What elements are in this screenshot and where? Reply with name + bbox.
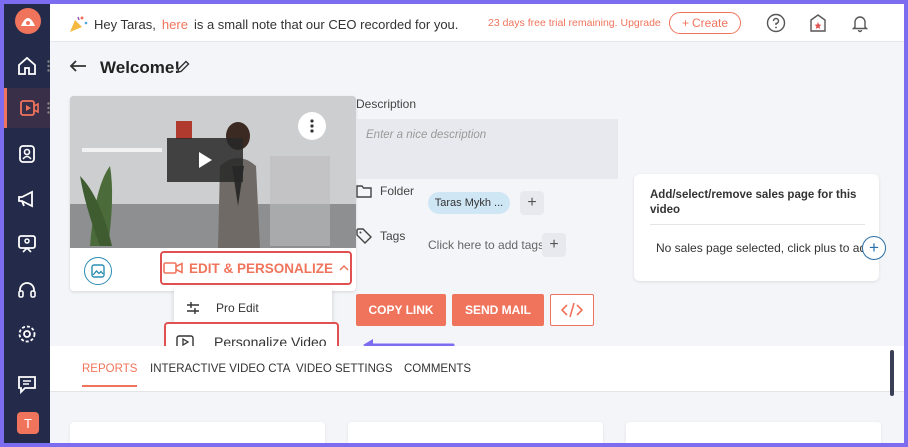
add-tag-button[interactable]: + <box>542 233 566 257</box>
help-button[interactable] <box>765 12 787 34</box>
sidebar-item-support[interactable] <box>4 270 50 310</box>
store-button[interactable] <box>807 12 829 34</box>
sliders-icon <box>187 302 199 314</box>
question-icon <box>766 13 786 33</box>
sidebar-item-videos[interactable] <box>4 88 50 128</box>
note-prefix: Hey Taras, <box>94 16 156 32</box>
folder-row: Folder <box>356 184 414 198</box>
sidebar-item-chat[interactable] <box>4 364 50 404</box>
video-thumbnail[interactable] <box>70 96 356 248</box>
embed-code-button[interactable] <box>550 294 594 326</box>
more-dots-icon <box>47 60 50 72</box>
report-card <box>348 422 603 443</box>
edit-personalize-label: EDIT & PERSONALIZE <box>188 260 333 276</box>
back-button[interactable] <box>68 58 88 79</box>
edit-personalize-button[interactable]: EDIT & PERSONALIZE <box>160 251 352 285</box>
notifications-button[interactable] <box>849 12 871 34</box>
sidebar-item-contacts[interactable] <box>4 134 50 174</box>
pencil-icon <box>177 60 190 73</box>
video-icon <box>19 100 39 116</box>
sidebar-item-presentations[interactable] <box>4 224 50 264</box>
sales-page-empty-text: No sales page selected, click plus to ad… <box>656 241 873 255</box>
play-button[interactable] <box>167 138 243 182</box>
tags-row: Tags <box>356 228 405 244</box>
tab-comments[interactable]: COMMENTS <box>404 363 471 375</box>
store-icon <box>810 14 826 32</box>
add-sales-page-button[interactable]: + <box>862 236 886 260</box>
avatar[interactable]: T <box>17 412 39 434</box>
home-icon <box>18 56 36 75</box>
gear-icon <box>18 325 36 343</box>
report-card <box>626 422 881 443</box>
presentation-icon <box>18 235 36 253</box>
description-placeholder: Enter a nice description <box>366 129 487 141</box>
tags-label: Tags <box>380 229 406 243</box>
contact-icon <box>19 145 35 163</box>
folder-label: Folder <box>380 184 415 198</box>
change-thumbnail-button[interactable] <box>84 257 112 285</box>
menu-item-pro-edit[interactable]: Pro Edit <box>186 301 259 315</box>
party-popper-icon <box>70 16 88 32</box>
edit-title-button[interactable] <box>175 59 191 80</box>
kebab-menu-icon <box>310 119 314 133</box>
tab-interactive-video-cta[interactable]: INTERACTIVE VIDEO CTA <box>150 363 290 375</box>
sales-page-card: Add/select/remove sales page for this vi… <box>634 174 879 281</box>
megaphone-icon <box>18 190 33 208</box>
plus-icon: + <box>681 16 689 30</box>
video-card: EDIT & PERSONALIZE <box>70 96 356 291</box>
sidebar-item-campaigns[interactable] <box>4 179 50 219</box>
plus-icon: + <box>549 236 559 253</box>
create-label: Create <box>691 16 729 30</box>
tag-icon <box>356 228 372 244</box>
code-icon <box>560 302 584 318</box>
play-icon <box>199 152 212 168</box>
video-options-button[interactable] <box>298 112 326 140</box>
image-icon <box>91 264 105 278</box>
chat-icon <box>18 376 36 395</box>
trial-upgrade-link[interactable]: 23 days free trial remaining. Upgrade <box>488 17 661 29</box>
sidebar: T <box>4 4 50 443</box>
create-button[interactable]: + Create <box>669 12 741 34</box>
app-window: T Hey Taras, here is a small note that o… <box>4 4 904 443</box>
report-card <box>70 422 325 443</box>
bell-icon <box>851 16 869 33</box>
scrollbar[interactable] <box>890 350 894 396</box>
sidebar-item-home[interactable] <box>4 46 50 86</box>
description-input[interactable]: Enter a nice description <box>356 119 618 179</box>
tabs-bar: REPORTS INTERACTIVE VIDEO CTA VIDEO SETT… <box>50 346 904 392</box>
topbar: Hey Taras, here is a small note that our… <box>50 4 904 42</box>
chevron-up-icon <box>339 264 349 271</box>
tags-input[interactable]: Click here to add tags <box>428 238 544 252</box>
sales-page-title: Add/select/remove sales page for this vi… <box>650 188 865 225</box>
tab-reports[interactable]: REPORTS <box>82 363 138 387</box>
page-title: Welcome! <box>100 58 180 77</box>
plus-icon: + <box>527 194 537 211</box>
add-folder-button[interactable]: + <box>520 191 544 215</box>
folder-chip[interactable]: Taras Mykh ... <box>428 192 510 214</box>
ceo-note: Hey Taras, here is a small note that our… <box>68 15 458 33</box>
arrow-left-icon <box>69 60 86 72</box>
more-dots-icon <box>47 102 50 114</box>
tab-video-settings[interactable]: VIDEO SETTINGS <box>296 363 393 375</box>
description-label: Description <box>356 97 417 111</box>
sidebar-item-settings[interactable] <box>4 314 50 354</box>
headset-icon <box>18 282 36 298</box>
folder-icon <box>356 185 372 198</box>
pro-edit-label: Pro Edit <box>216 301 259 315</box>
send-mail-button[interactable]: SEND MAIL <box>452 294 544 326</box>
camera-icon <box>163 262 183 274</box>
logo-icon <box>21 18 35 26</box>
note-link[interactable]: here <box>162 17 188 32</box>
plus-icon: + <box>869 238 879 257</box>
note-suffix: is a small note that our CEO recorded fo… <box>193 16 459 32</box>
copy-link-button[interactable]: COPY LINK <box>356 294 446 326</box>
app-logo[interactable] <box>15 8 41 34</box>
